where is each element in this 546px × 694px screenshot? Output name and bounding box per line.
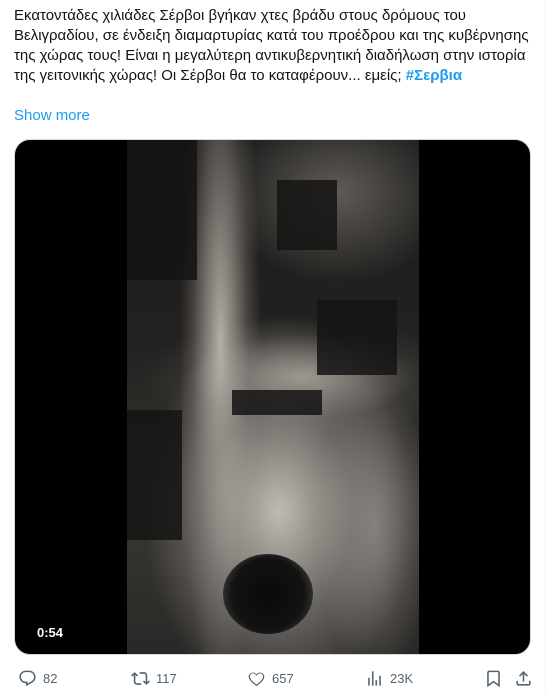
repost-button[interactable]: 117 <box>131 667 177 689</box>
action-bar: 82 117 657 23K <box>0 667 546 691</box>
views-button[interactable]: 23K <box>365 667 413 689</box>
building-block <box>232 390 322 415</box>
bookmark-button[interactable] <box>484 667 503 689</box>
video-duration: 0:54 <box>33 623 68 643</box>
like-button[interactable]: 657 <box>247 667 294 689</box>
reply-icon <box>19 670 36 686</box>
video-player[interactable]: 0:54 <box>14 139 531 655</box>
tweet-text: Εκατοντάδες χιλιάδες Σέρβοι βγήκαν χτες … <box>14 6 534 86</box>
views-count: 23K <box>390 670 414 686</box>
building-block <box>317 300 397 375</box>
building-block <box>277 180 337 250</box>
views-icon <box>368 670 381 686</box>
building-block <box>127 140 197 280</box>
reply-count: 82 <box>43 670 58 686</box>
building-block <box>127 410 182 540</box>
tweet: Εκατοντάδες χιλιάδες Σέρβοι βγήκαν χτες … <box>0 0 546 694</box>
repost-icon <box>131 671 150 685</box>
show-more-link[interactable]: Show more <box>14 106 90 126</box>
reply-button[interactable]: 82 <box>18 667 57 689</box>
share-button[interactable] <box>514 667 533 689</box>
hashtag-link[interactable]: #Σερβια <box>406 67 462 84</box>
plaza <box>223 554 313 634</box>
repost-count: 117 <box>156 670 177 686</box>
video-frame <box>127 140 419 654</box>
like-count: 657 <box>272 670 294 686</box>
heart-icon <box>248 672 265 686</box>
bookmark-icon <box>487 670 500 687</box>
share-icon <box>516 670 531 686</box>
